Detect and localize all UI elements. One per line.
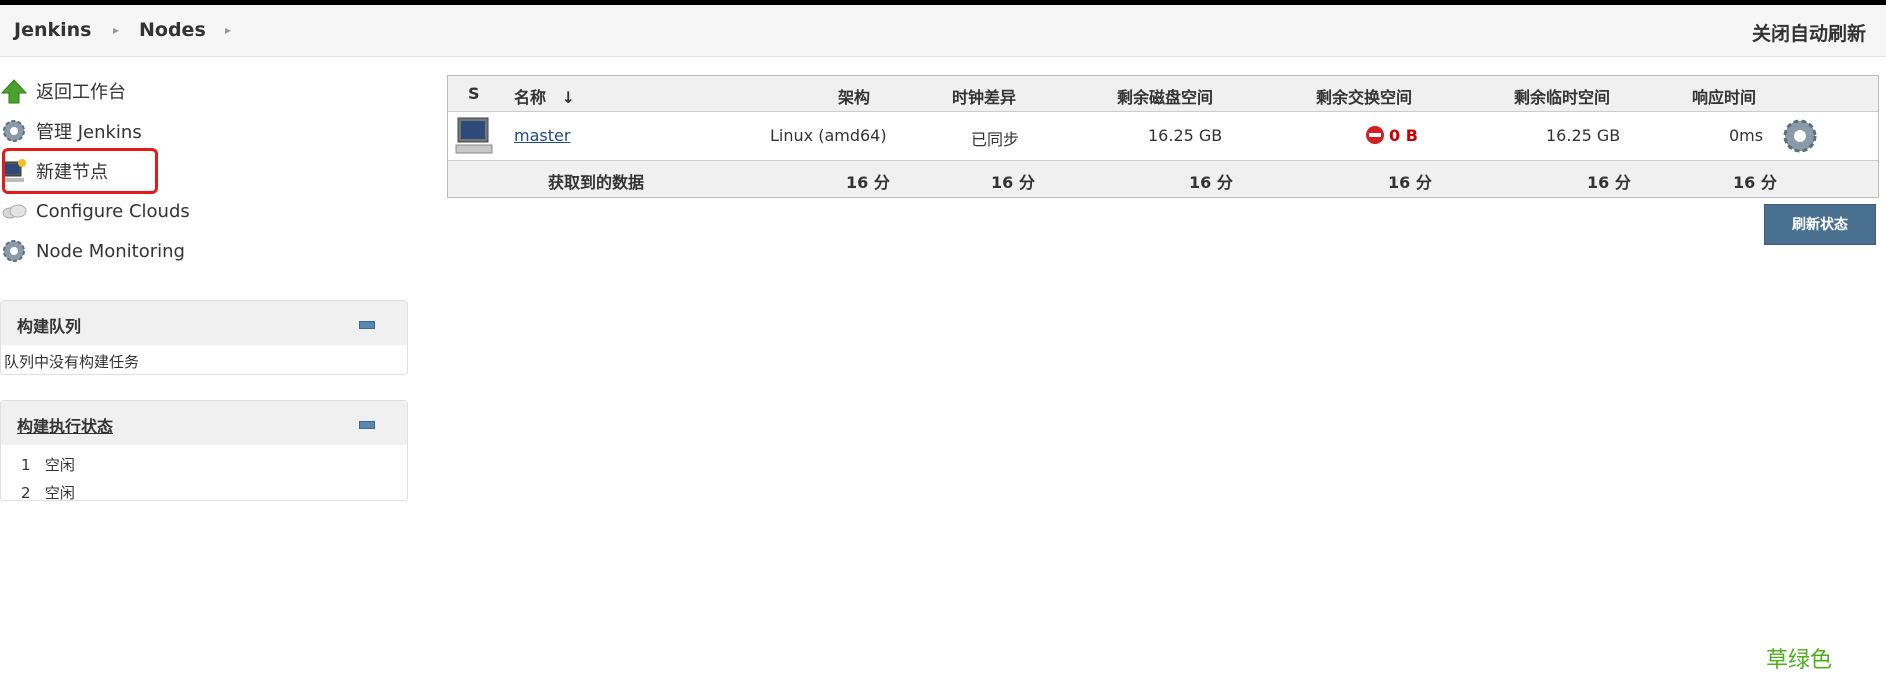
task-label: 返回工作台: [36, 82, 126, 103]
column-name-label: 名称: [514, 88, 547, 107]
column-free-disk[interactable]: 剩余磁盘空间: [1117, 84, 1213, 108]
breadcrumb-jenkins[interactable]: Jenkins: [14, 19, 91, 41]
stop-icon: [1366, 126, 1384, 144]
gear-icon: [3, 240, 25, 262]
build-queue-header: 构建队列: [1, 301, 407, 345]
summary-swap: 16 分: [1388, 173, 1432, 192]
task-configure-clouds[interactable]: Configure Clouds: [0, 195, 190, 227]
collapse-icon[interactable]: [359, 421, 375, 429]
nodes-table: S 名称 ↓ 架构 时钟差异 剩余磁盘空间 剩余交换空间 剩余临时空间 响应时间…: [447, 75, 1879, 198]
cloud-icon: [2, 204, 27, 219]
summary-clock: 16 分: [991, 173, 1035, 192]
computer-icon: [455, 117, 493, 154]
executor-status-header: 构建执行状态: [1, 401, 407, 445]
new-node-highlight-box: [2, 148, 158, 194]
column-free-swap[interactable]: 剩余交换空间: [1316, 84, 1412, 108]
column-clock-difference[interactable]: 时钟差异: [952, 84, 1016, 108]
column-response-time[interactable]: 响应时间: [1692, 84, 1756, 108]
task-node-monitoring[interactable]: Node Monitoring: [0, 235, 185, 267]
column-free-temp[interactable]: 剩余临时空间: [1514, 84, 1610, 108]
collapse-icon[interactable]: [359, 321, 375, 329]
executor-state: 空闲: [44, 456, 75, 474]
build-queue-empty-text: 队列中没有构建任务: [4, 353, 140, 371]
task-back-to-dashboard[interactable]: 返回工作台: [0, 75, 126, 107]
executor-number: 1: [21, 456, 31, 474]
cell-architecture: Linux (amd64): [770, 126, 887, 145]
task-label: Node Monitoring: [36, 240, 185, 262]
cell-clock-difference: 已同步: [971, 130, 1020, 149]
summary-response: 16 分: [1733, 173, 1777, 192]
executor-row: 1 空闲: [21, 451, 407, 479]
cell-free-temp: 16.25 GB: [1546, 126, 1621, 145]
summary-label: 获取到的数据: [548, 173, 645, 192]
summary-disk: 16 分: [1189, 173, 1233, 192]
annotation-text: 草绿色: [1766, 648, 1833, 673]
task-label: Configure Clouds: [36, 200, 190, 222]
cell-free-swap-value: 0 B: [1389, 125, 1418, 145]
cell-free-disk: 16.25 GB: [1148, 126, 1223, 145]
cell-free-swap: 0 B: [1365, 125, 1418, 145]
breadcrumb-separator-icon[interactable]: ▸: [225, 23, 231, 37]
column-architecture[interactable]: 架构: [838, 84, 870, 108]
summary-architecture: 16 分: [846, 173, 890, 192]
executor-state: 空闲: [44, 484, 75, 502]
build-queue-title: 构建队列: [17, 317, 82, 336]
up-arrow-icon: [0, 79, 28, 104]
breadcrumb-bar: Jenkins ▸ Nodes ▸ 关闭自动刷新: [0, 5, 1886, 57]
summary-temp: 16 分: [1587, 173, 1631, 192]
executor-number: 2: [21, 484, 31, 502]
configure-gear-icon[interactable]: [1780, 116, 1820, 156]
gear-icon: [3, 120, 25, 142]
build-queue-pane: 构建队列 队列中没有构建任务: [0, 300, 408, 375]
table-header-row: S 名称 ↓ 架构 时钟差异 剩余磁盘空间 剩余交换空间 剩余临时空间 响应时间: [448, 76, 1878, 112]
executor-status-title[interactable]: 构建执行状态: [17, 413, 113, 437]
sort-arrow-icon: ↓: [561, 88, 575, 107]
cell-response-time: 0ms: [1729, 126, 1764, 145]
breadcrumb-nodes[interactable]: Nodes: [139, 19, 206, 41]
refresh-status-button[interactable]: 刷新状态: [1764, 204, 1876, 245]
table-row: master Linux (amd64) 已同步 16.25 GB 0 B 16…: [448, 112, 1878, 161]
executor-status-pane: 构建执行状态 1 空闲 2 空闲: [0, 400, 408, 502]
table-summary-row: 获取到的数据 16 分 16 分 16 分 16 分 16 分 16 分: [448, 161, 1878, 197]
node-link-master[interactable]: master: [514, 126, 570, 145]
breadcrumb-separator-icon[interactable]: ▸: [113, 23, 119, 37]
executor-row: 2 空闲: [21, 479, 407, 507]
task-manage-jenkins[interactable]: 管理 Jenkins: [0, 115, 142, 147]
disable-auto-refresh-link[interactable]: 关闭自动刷新: [1752, 19, 1866, 46]
column-status[interactable]: S: [468, 84, 480, 103]
column-name[interactable]: 名称 ↓: [514, 84, 575, 108]
task-label: 管理 Jenkins: [36, 122, 142, 143]
